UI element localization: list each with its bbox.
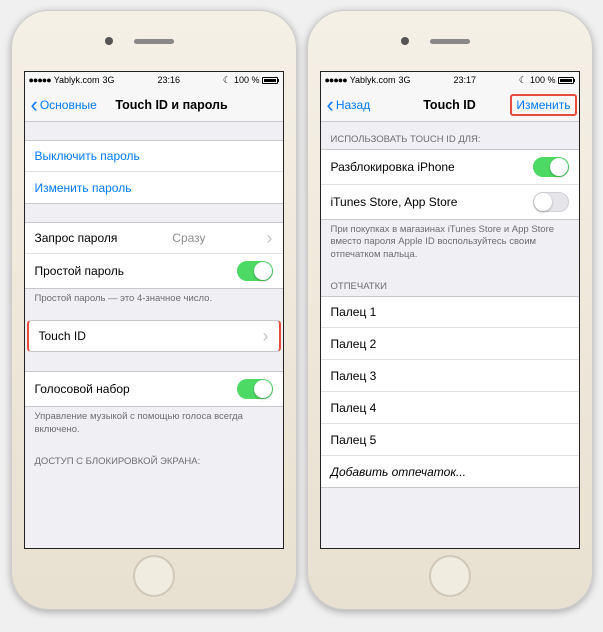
back-button[interactable]: Основные	[31, 98, 97, 112]
simple-passcode-note: Простой пароль — это 4-значное число.	[25, 289, 283, 313]
unlock-iphone-row[interactable]: Разблокировка iPhone	[321, 149, 579, 185]
turn-off-passcode-label: Выключить пароль	[35, 149, 140, 163]
add-fingerprint-row[interactable]: Добавить отпечаток...	[321, 456, 579, 488]
require-passcode-label: Запрос пароля	[35, 231, 118, 245]
fingerprint-1-row[interactable]: Палец 1	[321, 296, 579, 328]
fingerprint-1-label: Палец 1	[331, 305, 377, 319]
carrier-label: Yablyk.com	[54, 75, 100, 85]
change-passcode-row[interactable]: Изменить пароль	[25, 172, 283, 204]
home-button[interactable]	[429, 555, 471, 597]
turn-off-passcode-row[interactable]: Выключить пароль	[25, 140, 283, 172]
dnd-moon-icon: ☾	[519, 75, 527, 86]
status-bar: ●●●●● Yablyk.com 3G 23:16 ☾ 100 %	[25, 72, 283, 88]
screen-left: ●●●●● Yablyk.com 3G 23:16 ☾ 100 % Основн…	[24, 71, 284, 549]
voice-dial-note: Управление музыкой с помощью голоса всег…	[25, 407, 283, 444]
network-label: 3G	[103, 75, 115, 85]
status-bar: ●●●●● Yablyk.com 3G 23:17 ☾ 100 %	[321, 72, 579, 88]
itunes-appstore-toggle[interactable]	[533, 192, 569, 212]
fingerprint-4-row[interactable]: Палец 4	[321, 392, 579, 424]
itunes-appstore-label: iTunes Store, App Store	[331, 195, 458, 209]
change-passcode-label: Изменить пароль	[35, 181, 132, 195]
clock-label: 23:16	[157, 75, 180, 85]
network-label: 3G	[399, 75, 411, 85]
speaker	[134, 39, 174, 44]
speaker	[430, 39, 470, 44]
home-button[interactable]	[133, 555, 175, 597]
voice-dial-row[interactable]: Голосовой набор	[25, 371, 283, 407]
nav-title: Touch ID и пароль	[115, 98, 227, 112]
simple-passcode-label: Простой пароль	[35, 264, 125, 278]
fingerprint-3-label: Палец 3	[331, 369, 377, 383]
purchase-note: При покупках в магазинах iTunes Store и …	[321, 220, 579, 269]
front-camera	[105, 37, 113, 45]
touch-id-row[interactable]: Touch ID	[27, 320, 281, 352]
nav-title: Touch ID	[423, 98, 476, 112]
unlock-iphone-toggle[interactable]	[533, 157, 569, 177]
front-camera	[401, 37, 409, 45]
simple-passcode-row[interactable]: Простой пароль	[25, 254, 283, 289]
battery-icon	[558, 77, 574, 84]
itunes-appstore-row[interactable]: iTunes Store, App Store	[321, 185, 579, 220]
dnd-moon-icon: ☾	[223, 75, 231, 86]
voice-dial-toggle[interactable]	[237, 379, 273, 399]
phone-right: ●●●●● Yablyk.com 3G 23:17 ☾ 100 % Назад …	[307, 10, 593, 610]
fingerprint-5-label: Палец 5	[331, 433, 377, 447]
edit-label: Изменить	[510, 94, 576, 116]
unlock-iphone-label: Разблокировка iPhone	[331, 160, 455, 174]
screen-right: ●●●●● Yablyk.com 3G 23:17 ☾ 100 % Назад …	[320, 71, 580, 549]
battery-icon	[262, 77, 278, 84]
lock-access-header: ДОСТУП С БЛОКИРОВКОЙ ЭКРАНА:	[25, 444, 283, 471]
fingerprint-2-label: Палец 2	[331, 337, 377, 351]
voice-dial-label: Голосовой набор	[35, 382, 130, 396]
require-passcode-value: Сразу	[172, 231, 205, 245]
use-touchid-header: ИСПОЛЬЗОВАТЬ TOUCH ID ДЛЯ:	[321, 122, 579, 149]
settings-list[interactable]: ИСПОЛЬЗОВАТЬ TOUCH ID ДЛЯ: Разблокировка…	[321, 122, 579, 548]
battery-percent: 100 %	[234, 75, 260, 85]
add-fingerprint-label: Добавить отпечаток...	[331, 465, 467, 479]
back-button[interactable]: Назад	[327, 98, 371, 112]
nav-bar: Основные Touch ID и пароль	[25, 88, 283, 122]
battery-percent: 100 %	[530, 75, 556, 85]
require-passcode-row[interactable]: Запрос пароля Сразу	[25, 222, 283, 254]
signal-dots-icon: ●●●●●	[29, 75, 51, 85]
carrier-label: Yablyk.com	[350, 75, 396, 85]
back-label: Назад	[336, 98, 370, 112]
signal-dots-icon: ●●●●●	[325, 75, 347, 85]
fingerprint-3-row[interactable]: Палец 3	[321, 360, 579, 392]
fingerprint-5-row[interactable]: Палец 5	[321, 424, 579, 456]
fingerprints-header: ОТПЕЧАТКИ	[321, 269, 579, 296]
back-label: Основные	[40, 98, 97, 112]
nav-bar: Назад Touch ID Изменить	[321, 88, 579, 122]
touch-id-label: Touch ID	[39, 329, 86, 343]
settings-list[interactable]: Выключить пароль Изменить пароль Запрос …	[25, 122, 283, 548]
phone-left: ●●●●● Yablyk.com 3G 23:16 ☾ 100 % Основн…	[11, 10, 297, 610]
fingerprint-4-label: Палец 4	[331, 401, 377, 415]
fingerprint-2-row[interactable]: Палец 2	[321, 328, 579, 360]
clock-label: 23:17	[453, 75, 476, 85]
simple-passcode-toggle[interactable]	[237, 261, 273, 281]
edit-button[interactable]: Изменить	[512, 98, 574, 112]
